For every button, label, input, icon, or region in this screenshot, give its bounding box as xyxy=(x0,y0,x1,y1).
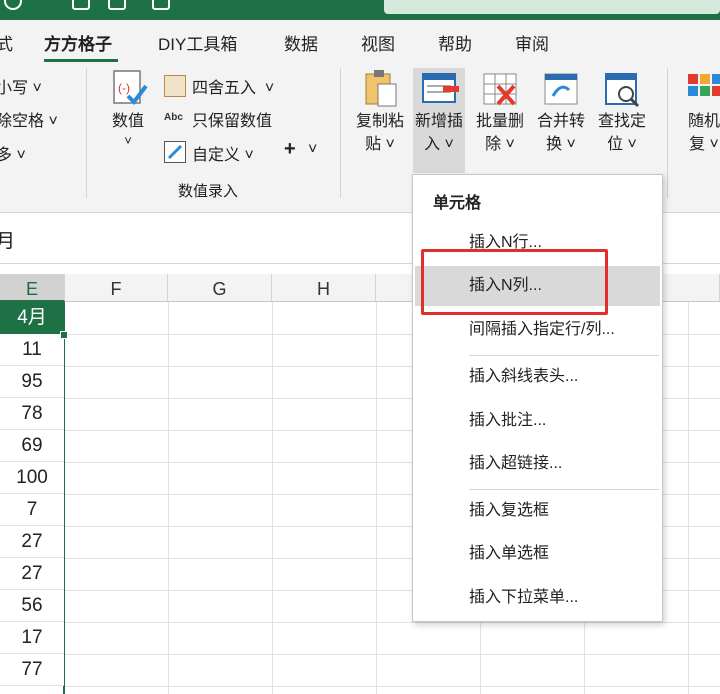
cell-e[interactable]: 27 xyxy=(0,558,64,590)
cell-e[interactable]: 95 xyxy=(0,366,64,398)
random-icon xyxy=(684,68,720,108)
add-dropdown-chevron[interactable]: ˅ xyxy=(308,141,317,159)
menu-separator xyxy=(469,355,659,356)
custom-edit-icon xyxy=(164,141,186,163)
ribbon-tabs: 式 方方格子 DIY工具箱 数据 视图 帮助 审阅 xyxy=(0,20,720,62)
tab-formulas[interactable]: 式 xyxy=(0,30,13,55)
copy-icon[interactable] xyxy=(152,0,170,10)
cell-e[interactable]: 27 xyxy=(0,526,64,558)
numeric-button[interactable]: (-) 数值 ˅ xyxy=(102,68,154,149)
gridline xyxy=(376,302,377,694)
cell-e[interactable]: 69 xyxy=(0,430,64,462)
cell-e[interactable]: 78 xyxy=(0,398,64,430)
svg-text:(-): (-) xyxy=(118,81,130,95)
merge-icon xyxy=(541,68,581,108)
tab-data[interactable]: 数据 xyxy=(284,30,318,55)
insert-dropdown-menu: 单元格 插入N行... 插入N列... 间隔插入指定行/列... 插入斜线表头.… xyxy=(412,174,663,622)
menu-section-header: 单元格 xyxy=(433,195,482,212)
abc-icon: Abc xyxy=(164,112,183,123)
custom-button[interactable]: 自定义 ˅ xyxy=(192,141,254,165)
remove-spaces-button[interactable]: 除空格 ˅ xyxy=(0,107,58,131)
random-button[interactable]: 随机 复 ˅ xyxy=(680,68,720,156)
gridline xyxy=(272,302,273,694)
separator xyxy=(340,68,341,198)
gridline xyxy=(688,302,689,694)
title-bar xyxy=(0,0,720,20)
keep-numbers-button[interactable]: 只保留数值 xyxy=(192,107,272,131)
batch-delete-button[interactable]: 批量删 除 ˅ xyxy=(474,68,526,156)
column-header-e[interactable]: E xyxy=(0,274,65,302)
cell-e[interactable]: 100 xyxy=(0,462,64,494)
cell-e[interactable]: 17 xyxy=(0,622,64,654)
delete-grid-icon xyxy=(480,68,520,108)
column-header-f[interactable]: F xyxy=(65,274,168,302)
menu-item-insert-comment[interactable]: 插入批注... xyxy=(415,401,660,441)
fill-handle[interactable] xyxy=(60,331,68,339)
highlight-box xyxy=(421,249,608,315)
find-icon xyxy=(602,68,642,108)
search-box[interactable] xyxy=(384,0,720,14)
add-button[interactable]: + xyxy=(284,138,296,161)
column-header-g[interactable]: G xyxy=(168,274,272,302)
undo-icon[interactable] xyxy=(4,0,22,10)
gridline xyxy=(168,302,169,694)
menu-item-insert-checkbox[interactable]: 插入复选框 xyxy=(415,491,660,531)
tab-review[interactable]: 审阅 xyxy=(515,30,549,55)
lowercase-button[interactable]: 小写 ˅ xyxy=(0,74,42,98)
column-header-h[interactable]: H xyxy=(272,274,376,302)
separator xyxy=(667,68,668,198)
save-icon[interactable] xyxy=(72,0,90,10)
cell-e[interactable]: 11 xyxy=(0,334,64,366)
menu-item-insert-radio[interactable]: 插入单选框 xyxy=(415,534,660,574)
tab-fangfang[interactable]: 方方格子 xyxy=(44,30,112,55)
numeric-icon: (-) xyxy=(108,68,148,108)
clipboard-icon xyxy=(360,68,400,108)
cell-e[interactable]: 77 xyxy=(0,654,64,686)
merge-convert-button[interactable]: 合并转 换 ˅ xyxy=(535,68,587,156)
tab-help[interactable]: 帮助 xyxy=(438,30,472,55)
menu-item-insert-dropdown-list[interactable]: 插入下拉菜单... xyxy=(415,578,660,618)
copy-paste-button[interactable]: 复制粘 贴 ˅ xyxy=(354,68,406,156)
tab-view[interactable]: 视图 xyxy=(361,30,395,55)
round-button[interactable]: 四舍五入 ˅ xyxy=(192,74,274,98)
document-icon[interactable] xyxy=(108,0,126,10)
round-icon xyxy=(164,75,186,97)
insert-new-button[interactable]: 新增插 入 ˅ xyxy=(413,68,465,173)
cell-e-active[interactable]: 4月 xyxy=(0,302,64,334)
insert-row-icon xyxy=(419,68,459,108)
cell-e[interactable]: 56 xyxy=(0,590,64,622)
menu-item-insert-diagonal-header[interactable]: 插入斜线表头... xyxy=(415,357,660,397)
separator xyxy=(86,68,87,198)
group-label-numeric-input: 数值录入 xyxy=(178,183,239,200)
menu-item-interval-insert[interactable]: 间隔插入指定行/列... xyxy=(415,310,660,350)
more-button[interactable]: 多 ˅ xyxy=(0,141,26,165)
find-locate-button[interactable]: 查找定 位 ˅ xyxy=(596,68,648,156)
formula-bar-value: 月 xyxy=(0,231,16,252)
menu-separator xyxy=(469,489,659,490)
cell-e[interactable]: 7 xyxy=(0,494,64,526)
tab-diy-toolbox[interactable]: DIY工具箱 xyxy=(158,30,237,55)
menu-item-insert-hyperlink[interactable]: 插入超链接... xyxy=(415,444,660,484)
